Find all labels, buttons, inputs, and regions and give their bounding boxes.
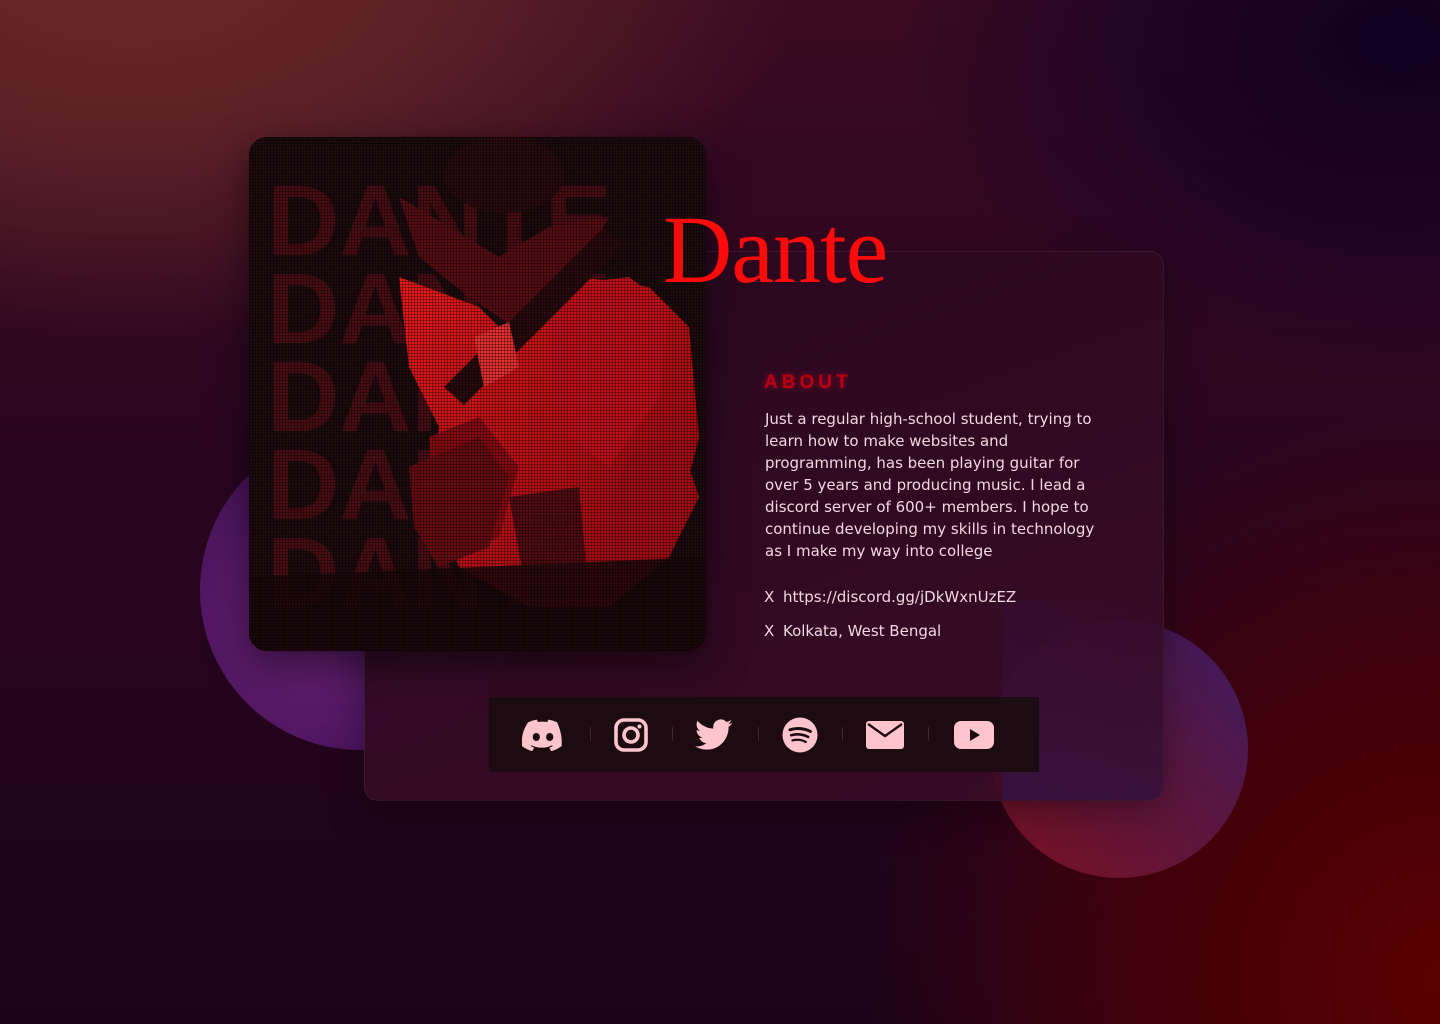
info-row-discord[interactable]: X https://discord.gg/jDkWxnUzEZ [764,588,1016,606]
divider [842,727,843,741]
info-row-location: X Kolkata, West Bengal [764,622,941,640]
divider [928,727,929,741]
youtube-icon[interactable] [952,713,996,757]
profile-photo: DANTE DANTE DANTE DANTE DANTE [249,137,706,651]
spotify-icon[interactable] [778,713,822,757]
info-marker: X [764,588,775,606]
about-description: Just a regular high-school student, tryi… [765,410,1095,560]
profile-name: Dante [663,196,888,303]
about-heading: ABOUT [764,372,852,393]
location-text: Kolkata, West Bengal [783,622,942,640]
info-marker: X [764,622,775,640]
mail-icon[interactable] [863,713,907,757]
twitter-icon[interactable] [692,713,736,757]
discord-link[interactable]: https://discord.gg/jDkWxnUzEZ [783,588,1016,606]
instagram-icon[interactable] [609,713,653,757]
divider [672,727,673,741]
guitarist-photo-illustration: DANTE DANTE DANTE DANTE DANTE [249,137,706,651]
divider [758,727,759,741]
divider [590,727,591,741]
discord-icon[interactable] [521,713,565,757]
social-links-bar [489,697,1039,772]
